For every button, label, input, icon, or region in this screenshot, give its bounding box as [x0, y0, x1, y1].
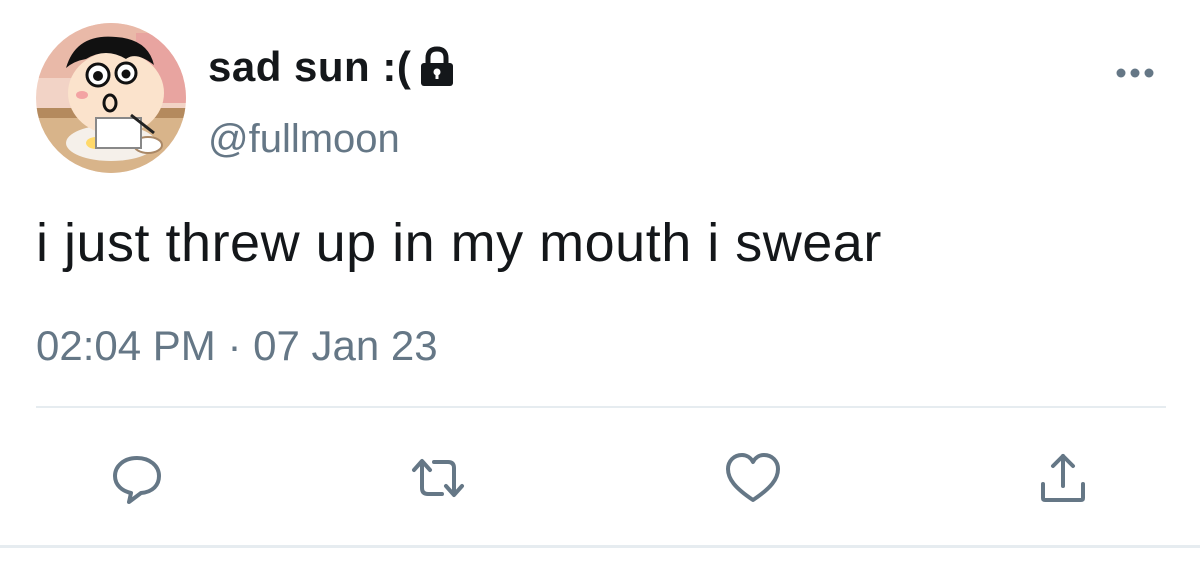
share-icon — [1041, 454, 1085, 502]
display-name-row: sad sun :( — [208, 42, 457, 92]
ellipsis-icon — [1116, 68, 1154, 78]
avatar[interactable] — [36, 23, 186, 173]
retweet-icon — [412, 459, 464, 497]
divider — [36, 406, 1166, 408]
tweet-card: sad sun :( @fullmoon i just threw up in … — [0, 0, 1200, 565]
user-handle[interactable]: @fullmoon — [208, 117, 400, 162]
lock-icon — [417, 46, 457, 88]
card-bottom-border — [0, 545, 1200, 548]
reply-icon — [113, 456, 161, 504]
share-button[interactable] — [1033, 448, 1093, 508]
more-options-button[interactable] — [1112, 60, 1162, 90]
tweet-timestamp[interactable]: 02:04 PM · 07 Jan 23 — [36, 322, 438, 370]
heart-icon — [726, 453, 780, 502]
like-button[interactable] — [723, 448, 783, 508]
display-name[interactable]: sad sun :( — [208, 43, 411, 91]
tweet-text: i just threw up in my mouth i swear — [36, 213, 882, 273]
reply-button[interactable] — [107, 448, 167, 508]
avatar-image — [36, 23, 186, 173]
retweet-button[interactable] — [408, 448, 468, 508]
